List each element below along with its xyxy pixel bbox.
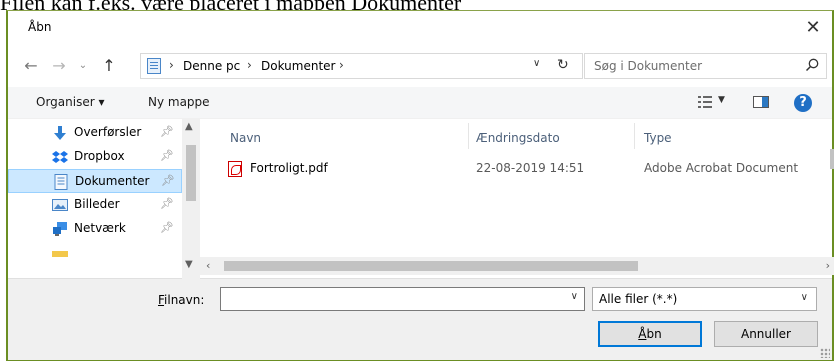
filename-combobox[interactable]: ∨ xyxy=(220,287,585,311)
this-pc-icon xyxy=(147,58,161,74)
back-arrow-icon[interactable]: ← xyxy=(22,56,40,76)
recent-locations-chevron-icon[interactable]: ⌄ xyxy=(74,56,92,76)
sidebar-item-pictures[interactable]: Billeder 📌︎ xyxy=(8,193,182,217)
pin-icon[interactable]: 📌︎ xyxy=(161,174,175,187)
close-icon[interactable]: ✕ xyxy=(800,15,826,41)
scroll-left-icon[interactable]: ‹ xyxy=(206,259,210,272)
scrollbar-thumb[interactable] xyxy=(224,261,638,271)
column-header-name[interactable]: Navn xyxy=(230,131,261,145)
preview-pane-icon[interactable] xyxy=(753,96,769,108)
file-list: Navn Ændringsdato Type Fortroligt.pdf 22… xyxy=(200,119,834,279)
sidebar-item-dropbox[interactable]: Dropbox 📌︎ xyxy=(8,145,182,169)
sidebar-item-label: Netværk xyxy=(74,221,126,235)
scrollbar-thumb[interactable] xyxy=(830,149,834,169)
sidebar-item-documents[interactable]: Dokumenter 📌︎ xyxy=(8,169,182,193)
breadcrumb-this-pc[interactable]: Denne pc xyxy=(183,59,240,73)
scroll-right-icon[interactable]: › xyxy=(826,259,830,272)
column-header-modified[interactable]: Ændringsdato xyxy=(476,131,560,145)
chevron-down-icon[interactable]: ∨ xyxy=(571,291,578,302)
network-icon xyxy=(53,222,67,236)
address-bar[interactable]: › Denne pc › Dokumenter › ∨ ↻ xyxy=(140,53,583,79)
organise-menu-button[interactable]: Organiser ▾ xyxy=(36,95,104,109)
chevron-down-icon[interactable]: ∨ xyxy=(801,292,808,303)
navigation-pane-scrollbar[interactable]: ▲ ▼ xyxy=(182,119,200,279)
pin-icon[interactable]: 📌︎ xyxy=(160,197,174,210)
sidebar-item-network[interactable]: Netværk 📌︎ xyxy=(8,217,182,241)
search-box[interactable] xyxy=(584,53,827,79)
pin-icon[interactable]: 📌︎ xyxy=(160,125,174,138)
scroll-down-icon[interactable]: ▼ xyxy=(185,259,193,270)
documents-icon xyxy=(54,174,68,190)
pin-icon[interactable]: 📌︎ xyxy=(160,221,174,234)
dropbox-icon xyxy=(52,151,68,163)
forward-arrow-icon[interactable]: → xyxy=(50,56,68,76)
download-arrow-icon xyxy=(54,126,66,140)
dialog-footer: Filnavn: ∨ Alle filer (*.*) ∨ Åbn Annull… xyxy=(8,279,832,360)
breadcrumb-separator-icon[interactable]: › xyxy=(339,58,344,72)
refresh-icon[interactable]: ↻ xyxy=(557,57,569,73)
column-divider[interactable] xyxy=(468,123,469,149)
file-type-filter-select[interactable]: Alle filer (*.*) ∨ xyxy=(592,287,817,311)
pdf-file-icon xyxy=(228,161,242,177)
scroll-up-icon[interactable]: ▲ xyxy=(185,121,193,132)
breadcrumb-separator-icon[interactable]: › xyxy=(247,58,252,72)
file-type: Adobe Acrobat Document xyxy=(644,161,799,175)
filename-label: Filnavn: xyxy=(158,293,204,307)
file-type-filter-value: Alle filer (*.*) xyxy=(599,292,678,306)
up-arrow-icon[interactable]: ↑ xyxy=(100,56,118,76)
open-button[interactable]: Åbn xyxy=(598,321,702,347)
title-bar[interactable]: Åbn ✕ xyxy=(8,11,832,45)
search-icon[interactable] xyxy=(804,57,820,73)
file-list-horizontal-scrollbar[interactable]: ‹ › xyxy=(200,257,834,275)
help-icon[interactable]: ? xyxy=(794,94,812,112)
address-dropdown-icon[interactable]: ∨ xyxy=(533,58,540,69)
new-folder-button[interactable]: Ny mappe xyxy=(148,95,210,109)
cancel-button[interactable]: Annuller xyxy=(714,321,818,347)
sidebar-item-label: Billeder xyxy=(74,197,120,211)
column-header-type[interactable]: Type xyxy=(644,131,672,145)
file-row[interactable]: Fortroligt.pdf 22-08-2019 14:51 Adobe Ac… xyxy=(220,157,820,181)
pin-icon[interactable]: 📌︎ xyxy=(160,149,174,162)
sidebar-item-downloads[interactable]: Overførsler 📌︎ xyxy=(8,121,182,145)
search-input[interactable] xyxy=(586,55,786,77)
navigation-pane: Overførsler 📌︎ Dropbox 📌︎ Dokumenter 📌︎ … xyxy=(8,119,200,279)
navigation-bar: ← → ⌄ ↑ › Denne pc › Dokumenter › ∨ ↻ xyxy=(8,45,832,87)
view-dropdown-icon[interactable]: ▼ xyxy=(718,95,725,105)
filename-input[interactable] xyxy=(223,290,563,308)
pictures-icon xyxy=(52,199,68,211)
open-file-dialog: Åbn ✕ ← → ⌄ ↑ › Denne pc › Dokumenter › … xyxy=(6,10,834,361)
file-list-vertical-scrollbar[interactable] xyxy=(828,119,834,257)
view-options-icon[interactable] xyxy=(698,95,712,109)
browser-area: Overførsler 📌︎ Dropbox 📌︎ Dokumenter 📌︎ … xyxy=(8,119,834,279)
sidebar-item-label: Overførsler xyxy=(74,125,142,139)
folder-icon xyxy=(52,251,68,257)
dialog-title: Åbn xyxy=(28,20,52,34)
filename-label-text: ilnavn: xyxy=(164,293,205,307)
command-toolbar: Organiser ▾ Ny mappe ▼ ? xyxy=(8,87,832,119)
sidebar-item-label: Dokumenter xyxy=(75,174,150,188)
resize-grip-icon[interactable] xyxy=(820,348,830,358)
column-divider[interactable] xyxy=(634,123,635,149)
file-name[interactable]: Fortroligt.pdf xyxy=(250,161,328,175)
open-button-label: bn xyxy=(646,327,662,341)
breadcrumb-documents[interactable]: Dokumenter xyxy=(261,59,335,73)
scrollbar-thumb[interactable] xyxy=(186,145,196,201)
breadcrumb-separator-icon[interactable]: › xyxy=(169,58,174,72)
file-modified-date: 22-08-2019 14:51 xyxy=(476,161,585,175)
sidebar-item-partial[interactable] xyxy=(8,241,182,265)
sidebar-item-label: Dropbox xyxy=(74,149,125,163)
